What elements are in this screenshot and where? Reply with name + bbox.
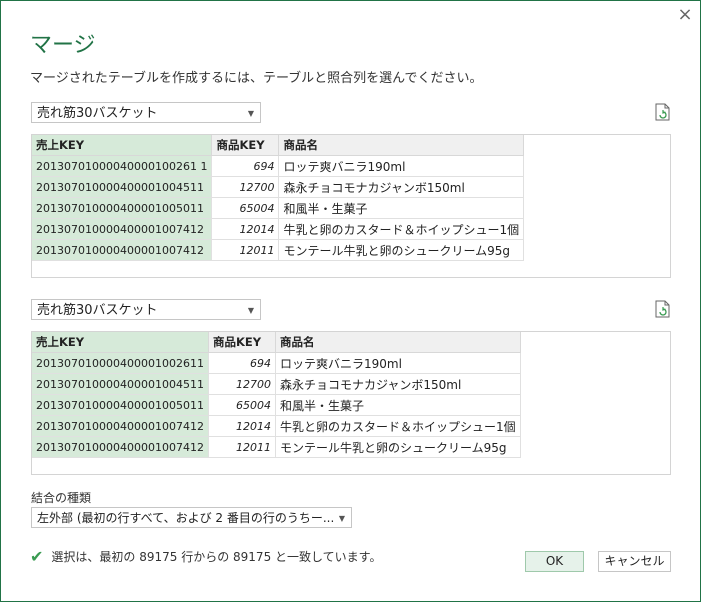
chevron-down-icon: ▼ bbox=[247, 109, 254, 118]
column-header[interactable]: 商品名 bbox=[275, 332, 521, 353]
merge-dialog: × マージ マージされたテーブルを作成するには、テーブルと照合列を選んでください… bbox=[0, 0, 701, 602]
table-cell: 牛乳と卵のカスタード＆ホイップシュー1個 bbox=[278, 218, 525, 240]
table-cell: 201307010000400001007412 bbox=[32, 218, 213, 240]
table1-preview: 売上KEY 商品KEY 商品名 20130701000040000100261 1 69… bbox=[31, 134, 671, 278]
table-row: 20130701000040000100261 1 694 ロッテ爽バニラ190ml bbox=[32, 155, 525, 177]
column-header[interactable]: 商品名 bbox=[278, 135, 525, 156]
cancel-button[interactable]: キャンセル bbox=[598, 551, 671, 572]
table-row: 201307010000400001007412 12014 牛乳と卵のカスタード＆… bbox=[32, 218, 525, 240]
table1-grid: 売上KEY 商品KEY 商品名 20130701000040000100261 1 69… bbox=[32, 135, 525, 261]
table-cell: 12014 bbox=[211, 218, 280, 240]
table-row: 201307010000400001004511 12700 森永チョコモナカジャン… bbox=[32, 373, 521, 395]
table-cell: 20130701000040000100261 1 bbox=[32, 155, 213, 177]
column-header[interactable]: 売上KEY bbox=[32, 332, 209, 353]
table-cell: 201307010000400001004511 bbox=[32, 373, 209, 395]
checkmark-icon: ✔ bbox=[30, 547, 44, 566]
table-cell: 12011 bbox=[208, 436, 276, 458]
table-row: 201307010000400001007412 12014 牛乳と卵のカスタード＆… bbox=[32, 415, 521, 437]
table-cell: 201307010000400001007412 bbox=[32, 239, 213, 261]
chevron-down-icon: ▼ bbox=[247, 306, 254, 315]
table-header-row: 売上KEY 商品KEY 商品名 bbox=[32, 332, 521, 353]
table-cell: 12700 bbox=[211, 176, 280, 198]
table1-select-value: 売れ筋30バスケット bbox=[37, 106, 158, 121]
table-cell: モンテール牛乳と卵のシュークリーム95g bbox=[278, 239, 525, 261]
table2-grid: 売上KEY 商品KEY 商品名 201307010000400001002611 694… bbox=[32, 332, 521, 458]
table-cell: 和風半・生菓子 bbox=[275, 394, 521, 416]
table2-preview: 売上KEY 商品KEY 商品名 201307010000400001002611 694… bbox=[31, 331, 671, 475]
ok-button[interactable]: OK bbox=[525, 551, 584, 572]
table-cell: 694 bbox=[208, 352, 276, 374]
table-cell: 和風半・生菓子 bbox=[278, 197, 525, 219]
join-kind-label: 結合の種類 bbox=[31, 491, 92, 505]
table-cell: 牛乳と卵のカスタード＆ホイップシュー1個 bbox=[275, 415, 521, 437]
table-row: 201307010000400001002611 694 ロッテ爽バニラ190ml bbox=[32, 352, 521, 374]
table-row: 201307010000400001005011 65004 和風半・生菓子 bbox=[32, 197, 525, 219]
table-cell: 201307010000400001007412 bbox=[32, 436, 209, 458]
table2-select-value: 売れ筋30バスケット bbox=[37, 303, 158, 318]
match-status: ✔ 選択は、最初の 89175 行からの 89175 と一致しています。 bbox=[30, 547, 381, 566]
table-cell: 森永チョコモナカジャンボ150ml bbox=[275, 373, 521, 395]
table1-select[interactable]: 売れ筋30バスケット ▼ bbox=[31, 102, 261, 123]
column-header[interactable]: 売上KEY bbox=[32, 135, 213, 156]
table-cell: 201307010000400001005011 bbox=[32, 197, 213, 219]
refresh-preview-icon[interactable] bbox=[655, 300, 671, 318]
match-status-text: 選択は、最初の 89175 行からの 89175 と一致しています。 bbox=[51, 550, 382, 564]
table-cell: 65004 bbox=[208, 394, 276, 416]
table-cell: 201307010000400001002611 bbox=[32, 352, 209, 374]
table-cell: 12011 bbox=[211, 239, 280, 261]
column-header[interactable]: 商品KEY bbox=[208, 332, 276, 353]
table-row: 201307010000400001005011 65004 和風半・生菓子 bbox=[32, 394, 521, 416]
table-cell: ロッテ爽バニラ190ml bbox=[275, 352, 521, 374]
table-cell: モンテール牛乳と卵のシュークリーム95g bbox=[275, 436, 521, 458]
table-header-row: 売上KEY 商品KEY 商品名 bbox=[32, 135, 525, 156]
table-cell: 201307010000400001005011 bbox=[32, 394, 209, 416]
close-icon[interactable]: × bbox=[675, 5, 695, 25]
dialog-description: マージされたテーブルを作成するには、テーブルと照合列を選んでください。 bbox=[30, 71, 483, 86]
column-header[interactable]: 商品KEY bbox=[211, 135, 280, 156]
table-cell: 森永チョコモナカジャンボ150ml bbox=[278, 176, 525, 198]
table-cell: 12700 bbox=[208, 373, 276, 395]
table-cell: 201307010000400001004511 bbox=[32, 176, 213, 198]
table-row: 201307010000400001007412 12011 モンテール牛乳と卵のシ… bbox=[32, 239, 525, 261]
join-kind-value: 左外部 (最初の行すべて、および 2 番目の行のうちー... bbox=[37, 511, 335, 525]
refresh-preview-icon[interactable] bbox=[655, 103, 671, 121]
table-row: 201307010000400001007412 12011 モンテール牛乳と卵のシ… bbox=[32, 436, 521, 458]
table2-select[interactable]: 売れ筋30バスケット ▼ bbox=[31, 299, 261, 320]
table-cell: 12014 bbox=[208, 415, 276, 437]
join-kind-select[interactable]: 左外部 (最初の行すべて、および 2 番目の行のうちー... ▼ bbox=[31, 507, 352, 528]
table-row: 201307010000400001004511 12700 森永チョコモナカジャン… bbox=[32, 176, 525, 198]
table-cell: 201307010000400001007412 bbox=[32, 415, 209, 437]
dialog-title: マージ bbox=[30, 33, 96, 58]
chevron-down-icon: ▼ bbox=[338, 514, 345, 523]
table-cell: 65004 bbox=[211, 197, 280, 219]
table-cell: 694 bbox=[211, 155, 280, 177]
table-cell: ロッテ爽バニラ190ml bbox=[278, 155, 525, 177]
